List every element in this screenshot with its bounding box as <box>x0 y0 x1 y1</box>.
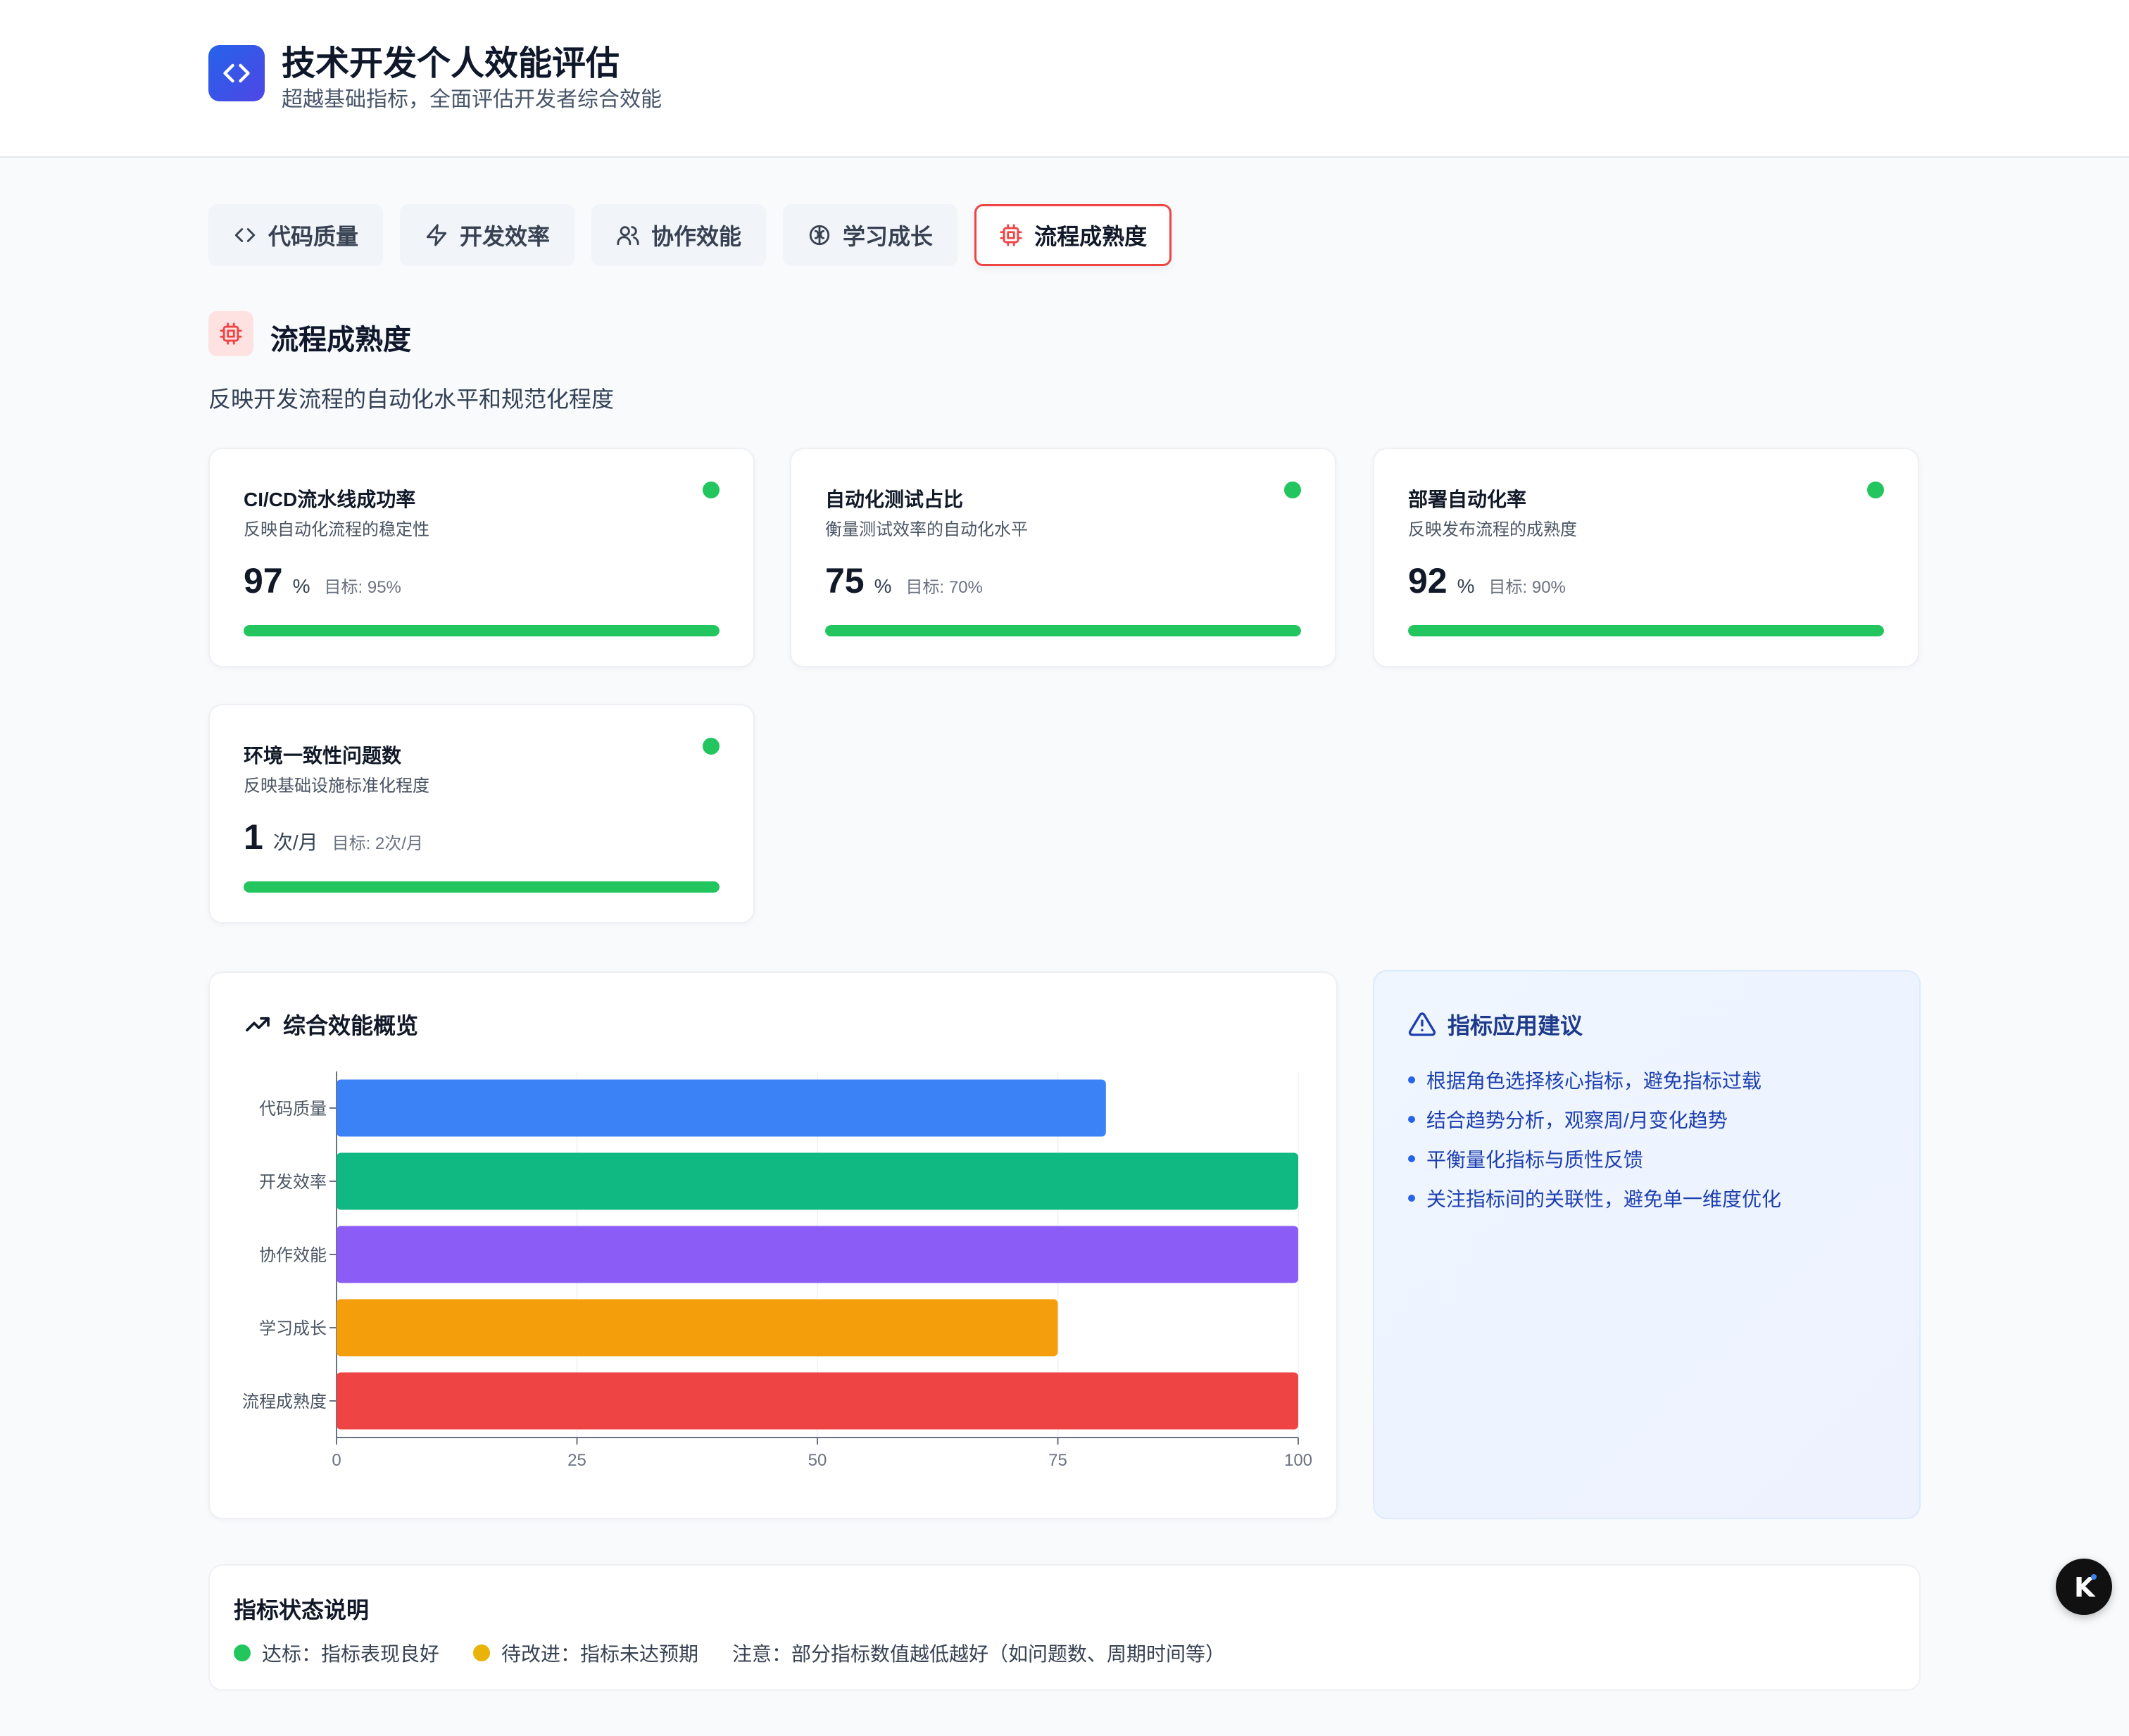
metric-name: 部署自动化率 <box>1408 489 1527 510</box>
metric-card: 自动化测试占比 衡量测试效率的自动化水平 75 % 目标: 70% <box>790 448 1336 667</box>
metric-description: 衡量测试效率的自动化水平 <box>825 520 1028 539</box>
metric-card: 环境一致性问题数 反映基础设施标准化程度 1 次/月 目标: 2次/月 <box>208 704 755 924</box>
list-item: 根据角色选择核心指标，避免指标过载 <box>1408 1060 1781 1100</box>
app-subtitle: 超越基础指标，全面评估开发者综合效能 <box>282 88 662 111</box>
app-title: 技术开发个人效能评估 <box>282 45 620 82</box>
status-dot <box>1867 482 1884 498</box>
cpu-icon <box>208 311 253 356</box>
bar <box>337 1372 1298 1430</box>
metric-target: 目标: 70% <box>905 578 983 597</box>
tab-collaboration[interactable]: 协作效能 <box>591 204 767 266</box>
metric-target: 目标: 2次/月 <box>332 834 423 853</box>
status-legend-panel: 指标状态说明 达标：指标表现良好 待改进：指标未达预期 注意：部分指标数值越低越… <box>208 1564 1921 1691</box>
status-dot-good <box>234 1644 251 1661</box>
advice-title: 指标应用建议 <box>1447 1013 1583 1038</box>
progress-fill <box>825 625 1301 636</box>
bar <box>337 1152 1298 1210</box>
progress-bar <box>825 625 1301 636</box>
x-tick-label: 25 <box>567 1451 586 1470</box>
progress-fill <box>244 625 720 636</box>
status-dot <box>703 482 720 498</box>
metric-description: 反映自动化流程的稳定性 <box>244 520 429 539</box>
app-header: 技术开发个人效能评估 超越基础指标，全面评估开发者综合效能 <box>0 0 2129 158</box>
list-item: 平衡量化指标与质性反馈 <box>1408 1139 1781 1178</box>
list-item: 结合趋势分析，观察周/月变化趋势 <box>1408 1100 1781 1139</box>
metric-unit: 次/月 <box>272 831 318 853</box>
bar <box>337 1226 1298 1283</box>
users-icon <box>617 226 639 246</box>
metric-unit: % <box>292 575 310 597</box>
overview-bar-chart: 0 25 50 75 100 代码质量开发效率协作效能学习成长流程成熟度 <box>242 1071 1312 1470</box>
code-brackets-icon <box>208 45 265 101</box>
progress-bar <box>244 625 720 636</box>
metric-name: CI/CD流水线成功率 <box>244 489 416 510</box>
metric-name: 自动化测试占比 <box>825 489 964 510</box>
list-item: 关注指标间的关联性，避免单一维度优化 <box>1408 1178 1781 1218</box>
tab-code-quality[interactable]: 代码质量 <box>208 204 384 266</box>
y-tick-label: 开发效率 <box>259 1173 327 1192</box>
bar <box>337 1299 1058 1357</box>
section-title: 流程成熟度 <box>270 325 411 356</box>
x-tick-label: 100 <box>1284 1451 1312 1470</box>
metric-value: 75 <box>825 561 865 600</box>
lightning-icon <box>426 224 447 246</box>
category-tabs: 代码质量 开发效率 协作效能 学习成长 流程成熟度 <box>208 204 1172 266</box>
y-tick-label: 代码质量 <box>259 1100 327 1119</box>
progress-fill <box>1408 625 1884 636</box>
y-tick-label: 协作效能 <box>259 1246 327 1265</box>
warning-triangle-icon <box>1408 1012 1436 1036</box>
tab-dev-efficiency[interactable]: 开发效率 <box>400 204 575 266</box>
bar <box>337 1079 1106 1137</box>
cpu-icon <box>1000 224 1022 246</box>
metric-name: 环境一致性问题数 <box>244 745 402 767</box>
assistant-k-icon: K <box>2074 1572 2097 1603</box>
x-tick-label: 75 <box>1048 1451 1067 1470</box>
section-description: 反映开发流程的自动化水平和规范化程度 <box>208 386 615 412</box>
metric-unit: % <box>874 575 892 597</box>
progress-bar <box>244 881 720 893</box>
metric-description: 反映发布流程的成熟度 <box>1408 520 1577 539</box>
tab-label: 协作效能 <box>651 224 742 249</box>
legend-improve: 待改进：指标未达预期 <box>473 1639 698 1667</box>
status-dot <box>703 738 720 755</box>
legend-note: 注意：部分指标数值越低越好（如问题数、周期时间等） <box>732 1643 1226 1665</box>
y-tick-label: 流程成熟度 <box>242 1392 327 1411</box>
overview-chart-panel: 综合效能概览 0 25 50 75 100 代码质量 开发效率 协作效能 学习成长 流程成熟度 <box>208 971 1338 1519</box>
brain-icon <box>809 225 830 246</box>
tab-label: 学习成长 <box>843 224 934 249</box>
metric-target: 目标: 95% <box>324 578 401 597</box>
tab-process-maturity[interactable]: 流程成熟度 <box>974 204 1172 266</box>
metric-description: 反映基础设施标准化程度 <box>244 776 429 795</box>
legend-good: 达标：指标表现良好 <box>234 1639 439 1667</box>
tab-label: 代码质量 <box>268 224 359 249</box>
legend-title: 指标状态说明 <box>234 1597 370 1623</box>
metric-unit: % <box>1457 575 1475 597</box>
x-tick-label: 50 <box>808 1451 827 1470</box>
tab-label: 开发效率 <box>460 224 551 249</box>
tab-learning[interactable]: 学习成长 <box>783 204 958 266</box>
metric-card: CI/CD流水线成功率 反映自动化流程的稳定性 97 % 目标: 95% <box>208 448 755 667</box>
status-dot <box>1284 482 1301 498</box>
tab-label: 流程成熟度 <box>1034 224 1148 249</box>
metric-card: 部署自动化率 反映发布流程的成熟度 92 % 目标: 90% <box>1373 448 1919 667</box>
metric-target: 目标: 90% <box>1488 578 1566 597</box>
code-icon <box>234 228 256 242</box>
advice-panel: 指标应用建议 根据角色选择核心指标，避免指标过载 结合趋势分析，观察周/月变化趋… <box>1373 970 1921 1519</box>
progress-bar <box>1408 625 1884 636</box>
advice-list: 根据角色选择核心指标，避免指标过载 结合趋势分析，观察周/月变化趋势 平衡量化指… <box>1408 1060 1781 1218</box>
progress-fill <box>244 881 720 893</box>
metric-value: 1 <box>244 817 263 857</box>
metric-value: 92 <box>1408 561 1447 600</box>
x-tick-label: 0 <box>332 1451 341 1470</box>
y-tick-label: 学习成长 <box>259 1319 327 1338</box>
status-dot-improve <box>473 1644 491 1661</box>
metric-value: 97 <box>244 561 283 600</box>
assistant-fab-button[interactable]: K <box>2056 1559 2112 1615</box>
